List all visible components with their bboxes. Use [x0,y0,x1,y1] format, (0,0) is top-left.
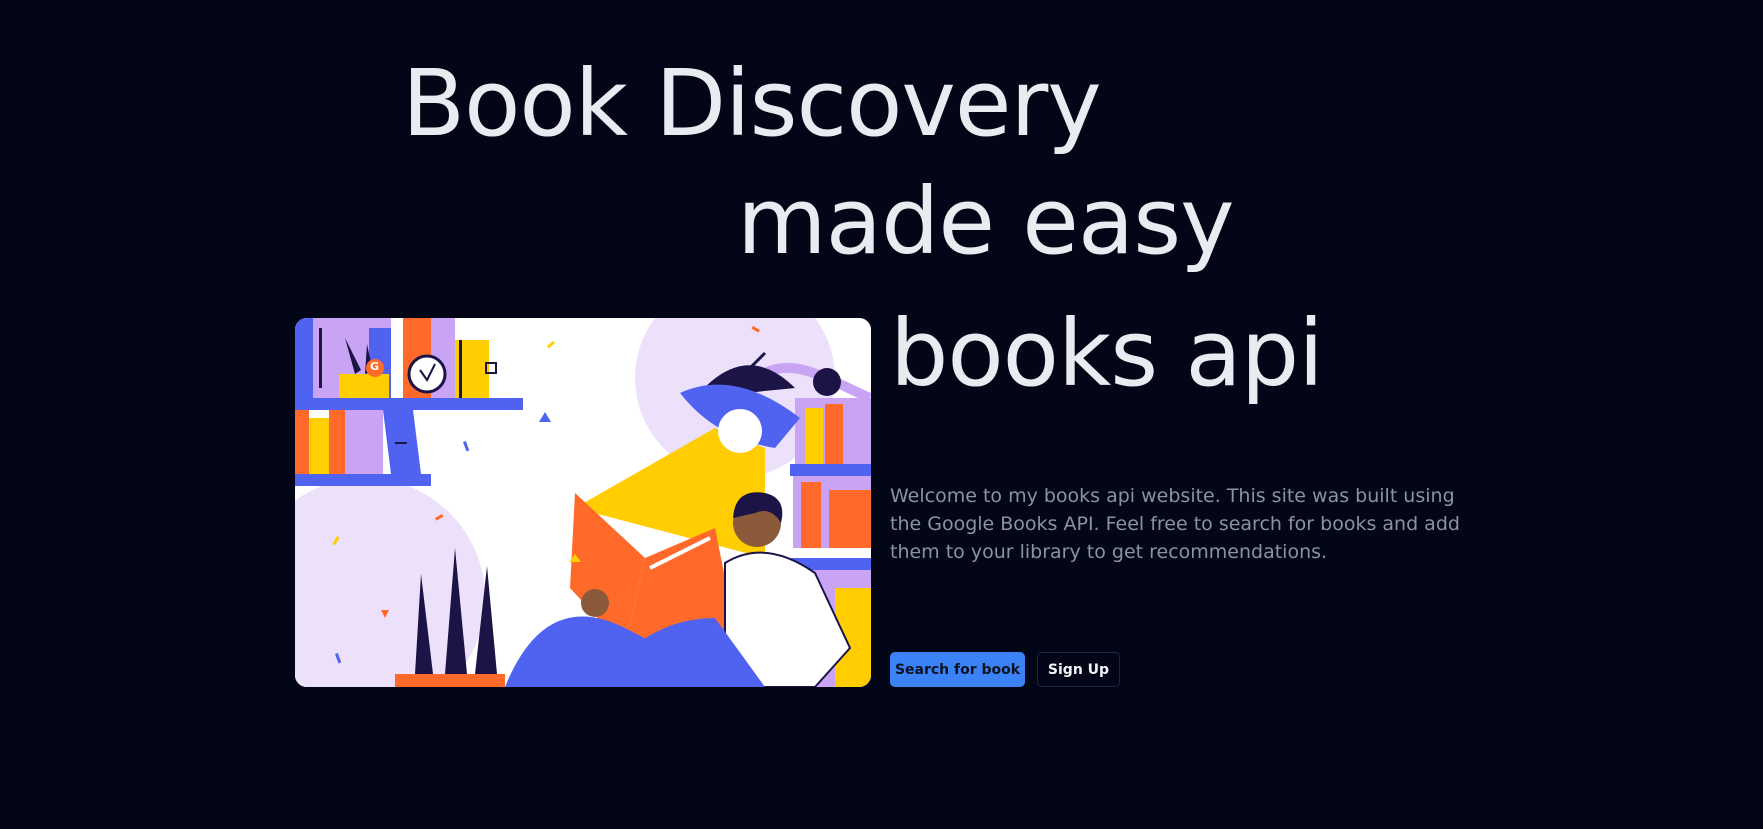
clock-badge-letter: G [370,360,380,373]
search-for-book-button[interactable]: Search for book [890,652,1025,687]
landing-page: Book Discovery made easy books api G Wel… [0,0,1763,829]
hero-illustration: G [295,318,871,687]
sign-up-button[interactable]: Sign Up [1037,652,1120,687]
reading-person-illustration-icon [295,318,871,687]
headline-line-1: Book Discovery [402,50,1102,157]
headline-line-2: made easy [737,168,1235,275]
hero-description: Welcome to my books api website. This si… [890,485,1460,563]
headline-line-3: books api [890,300,1324,407]
